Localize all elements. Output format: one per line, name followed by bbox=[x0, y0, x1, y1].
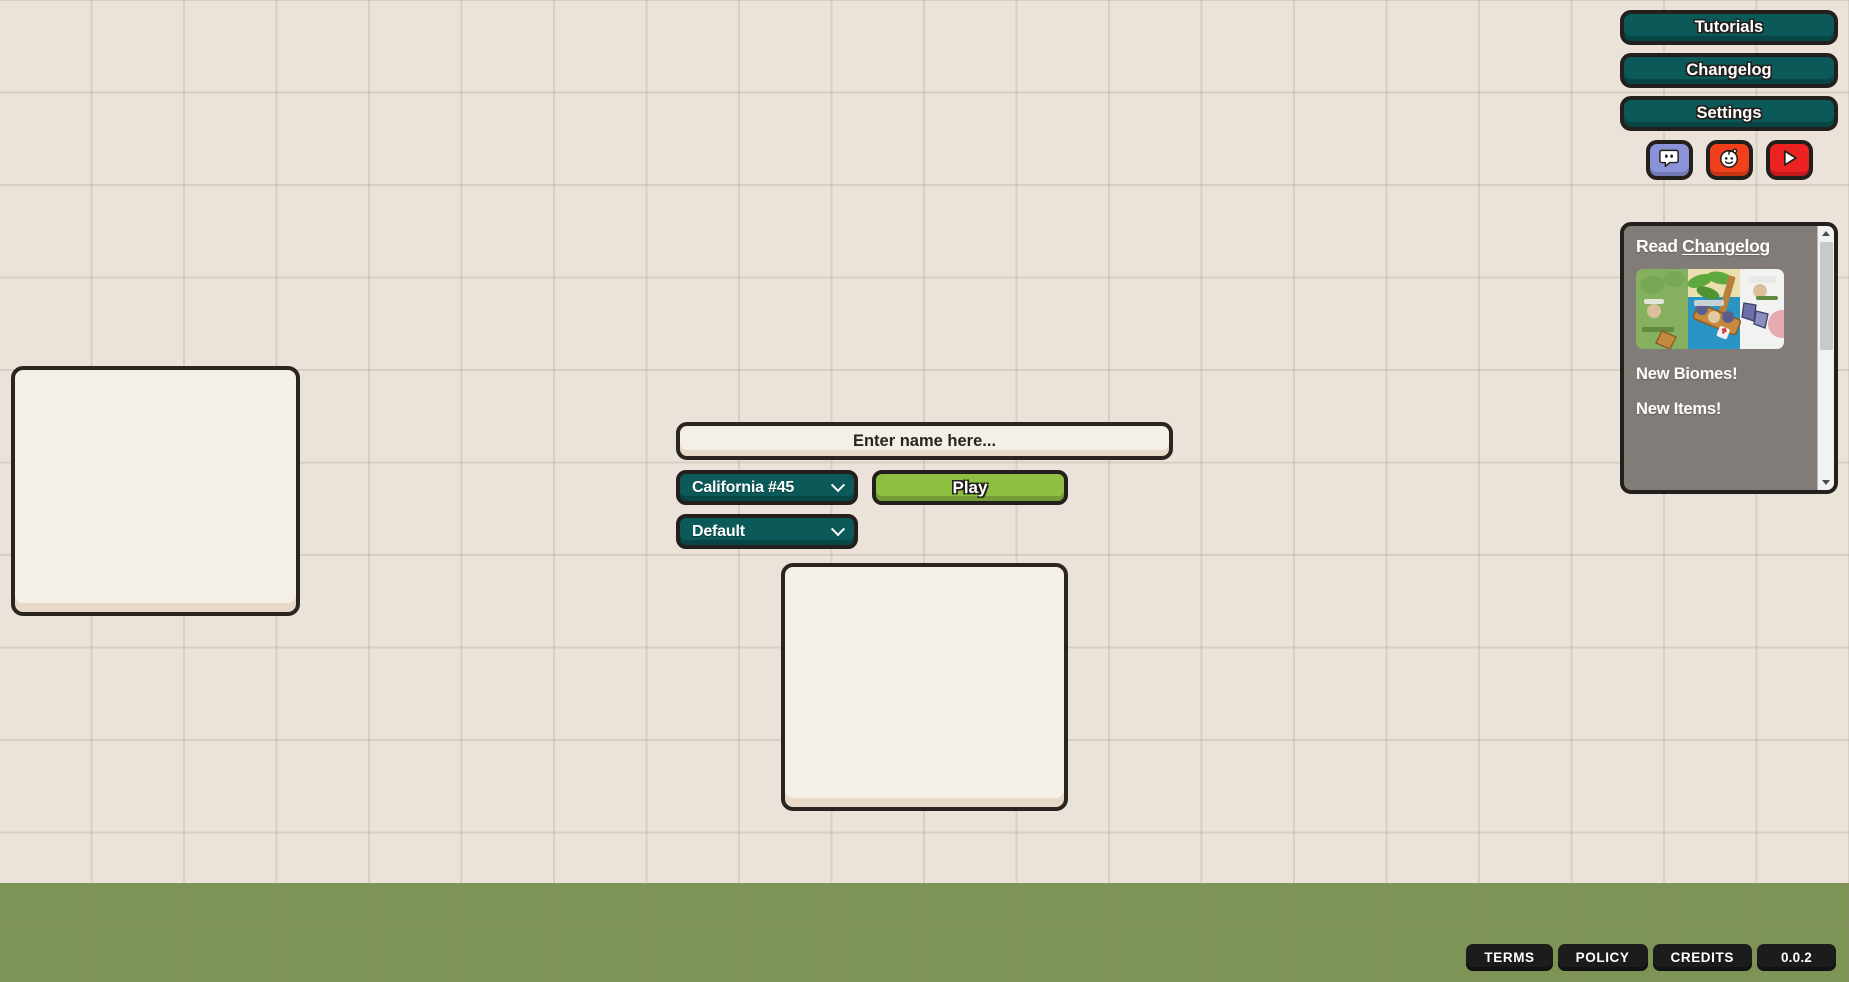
play-form: California #45 Play Default bbox=[676, 422, 1176, 549]
changelog-panel-title: Read Changelog bbox=[1636, 236, 1805, 257]
scroll-up-arrow-icon[interactable] bbox=[1818, 226, 1835, 241]
discord-icon bbox=[1658, 148, 1680, 173]
player-name-input[interactable] bbox=[676, 422, 1173, 460]
chevron-down-icon bbox=[830, 521, 846, 536]
skin-row: Default bbox=[676, 514, 1176, 549]
chevron-down-icon bbox=[830, 477, 846, 492]
policy-button[interactable]: POLICY bbox=[1557, 944, 1648, 971]
region-dropdown[interactable]: California #45 bbox=[676, 470, 858, 505]
changelog-button[interactable]: Changelog bbox=[1620, 53, 1838, 88]
game-menu-screen: California #45 Play Default Tutorials Ch… bbox=[0, 0, 1849, 982]
changelog-item-1: New Items! bbox=[1636, 400, 1722, 418]
reddit-icon bbox=[1718, 147, 1740, 174]
scrollbar-thumb[interactable] bbox=[1819, 242, 1833, 350]
reddit-button[interactable] bbox=[1705, 140, 1753, 180]
skin-dropdown[interactable]: Default bbox=[676, 514, 858, 549]
changelog-body: Read Changelog New Biomes! New Items! bbox=[1624, 226, 1817, 490]
discord-button[interactable] bbox=[1645, 140, 1693, 180]
version-button[interactable]: 0.0.2 bbox=[1756, 944, 1836, 971]
social-links-row bbox=[1620, 140, 1838, 180]
scroll-down-arrow-icon[interactable] bbox=[1818, 475, 1835, 490]
youtube-play-icon bbox=[1778, 147, 1800, 174]
changelog-scrollbar[interactable] bbox=[1817, 226, 1834, 490]
terms-button[interactable]: TERMS bbox=[1466, 944, 1553, 971]
center-ad-placeholder bbox=[781, 563, 1068, 811]
left-ad-placeholder bbox=[11, 366, 300, 616]
changelog-title-prefix: Read bbox=[1636, 236, 1683, 256]
changelog-preview-image[interactable] bbox=[1636, 269, 1784, 349]
top-right-menu: Tutorials Changelog Settings bbox=[1620, 10, 1838, 180]
youtube-button[interactable] bbox=[1765, 140, 1813, 180]
changelog-panel: Read Changelog New Biomes! New Items! bbox=[1620, 222, 1838, 494]
changelog-title-link[interactable]: Changelog bbox=[1682, 236, 1770, 256]
tutorials-button[interactable]: Tutorials bbox=[1620, 10, 1838, 45]
skin-dropdown-label: Default bbox=[692, 522, 745, 540]
region-and-play-row: California #45 Play bbox=[676, 470, 1176, 505]
scrollbar-track[interactable] bbox=[1818, 241, 1835, 475]
changelog-item-0: New Biomes! bbox=[1636, 365, 1738, 383]
play-button[interactable]: Play bbox=[872, 470, 1068, 505]
region-dropdown-label: California #45 bbox=[692, 478, 795, 496]
settings-button[interactable]: Settings bbox=[1620, 96, 1838, 131]
footer-links: TERMS POLICY CREDITS 0.0.2 bbox=[1466, 944, 1836, 971]
credits-button[interactable]: CREDITS bbox=[1652, 944, 1752, 971]
